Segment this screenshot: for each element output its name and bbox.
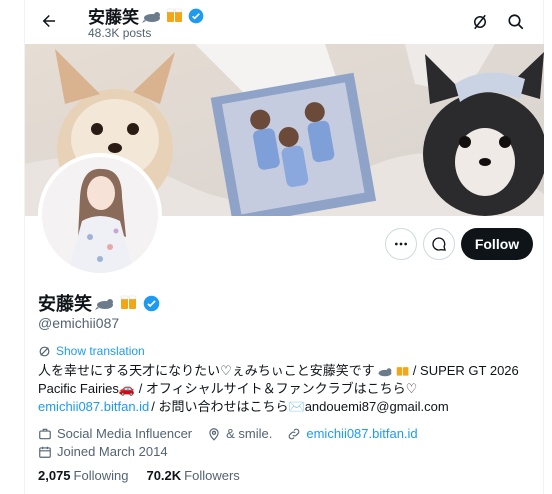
- followers-link[interactable]: 70.2K Followers: [146, 468, 239, 483]
- beer-emoji: [395, 363, 411, 379]
- avatar-photo: [42, 157, 158, 273]
- profile-name-row: 安藤笑: [38, 290, 160, 316]
- following-link[interactable]: 2,075 Following: [38, 468, 128, 483]
- header-name: 安藤笑: [88, 8, 139, 27]
- search-icon: [508, 14, 524, 30]
- meta-category-text: Social Media Influencer: [57, 426, 193, 441]
- more-icon: [395, 242, 407, 246]
- follow-stats: 2,075 Following 70.2K Followers: [38, 468, 240, 483]
- bio-text-2: Pacific Fairies🚗 / オフィシャルサイト＆ファンクラブはこちら♡: [38, 381, 418, 396]
- verified-badge-icon: [188, 8, 204, 23]
- meta-joined: Joined March 2014: [38, 443, 168, 461]
- bio-line-3: emichii087.bitfan.id / お問い合わせはこちら✉️andou…: [38, 398, 538, 416]
- seal-emoji: [377, 363, 393, 379]
- grok-icon: [474, 14, 486, 30]
- follow-button[interactable]: Follow: [461, 228, 533, 260]
- link-icon: [289, 428, 300, 440]
- meta-location: & smile.: [207, 425, 272, 443]
- meta-website: emichii087.bitfan.id: [287, 425, 418, 443]
- show-translation-label: Show translation: [56, 344, 145, 358]
- show-translation-button[interactable]: Show translation: [38, 344, 145, 358]
- following-count: 2,075: [38, 468, 71, 483]
- briefcase-icon: [39, 428, 51, 440]
- message-button[interactable]: [423, 228, 455, 260]
- grok-button[interactable]: [468, 10, 492, 34]
- meta-location-text: & smile.: [226, 426, 273, 441]
- bio-line-2: Pacific Fairies🚗 / オフィシャルサイト＆ファンクラブはこちら♡: [38, 380, 538, 398]
- meta-row-1: Social Media Influencer & smile. emichii…: [38, 425, 428, 443]
- profile-name: 安藤笑: [38, 294, 92, 314]
- back-arrow-icon: [42, 15, 55, 27]
- posts-count: 48.3K posts: [88, 26, 152, 40]
- meta-category: Social Media Influencer: [38, 425, 192, 443]
- profile-meta: Social Media Influencer & smile. emichii…: [38, 425, 428, 461]
- translate-icon: [39, 346, 50, 356]
- search-button[interactable]: [504, 10, 528, 34]
- calendar-icon: [39, 446, 51, 458]
- verified-badge-icon: [143, 295, 160, 311]
- bio-line-1: 人を幸せにする天才になりたい♡ぇみちぃこと安藤笑です / SUPER GT 20…: [38, 362, 538, 380]
- seal-emoji: [142, 8, 162, 24]
- beer-emoji: [165, 8, 185, 24]
- more-button[interactable]: [385, 228, 417, 260]
- meta-joined-text: Joined March 2014: [57, 444, 168, 459]
- followers-count: 70.2K: [146, 468, 182, 483]
- meta-website-link[interactable]: emichii087.bitfan.id: [306, 425, 417, 443]
- message-icon: [432, 237, 446, 251]
- seal-emoji: [95, 295, 115, 311]
- top-bar: 安藤笑 48.3K posts: [24, 0, 544, 44]
- profile-handle: @emichii087: [38, 315, 120, 331]
- bio-text-3: / お問い合わせはこちら✉️andouemi87@gmail.com: [151, 399, 449, 414]
- bio-text-1b: / SUPER GT 2026: [412, 363, 519, 378]
- followers-label: Followers: [184, 468, 240, 483]
- profile-bio: 人を幸せにする天才になりたい♡ぇみちぃこと安藤笑です / SUPER GT 20…: [38, 362, 538, 416]
- bio-website-link[interactable]: emichii087.bitfan.id: [38, 398, 149, 416]
- meta-row-2: Joined March 2014: [38, 443, 428, 461]
- header-title: 安藤笑: [88, 3, 204, 28]
- beer-emoji: [118, 295, 140, 311]
- following-label: Following: [73, 468, 129, 483]
- location-icon: [209, 428, 219, 441]
- bio-text-1a: 人を幸せにする天才になりたい♡ぇみちぃこと安藤笑です: [38, 363, 375, 378]
- back-button[interactable]: [36, 8, 62, 34]
- avatar[interactable]: [38, 153, 162, 277]
